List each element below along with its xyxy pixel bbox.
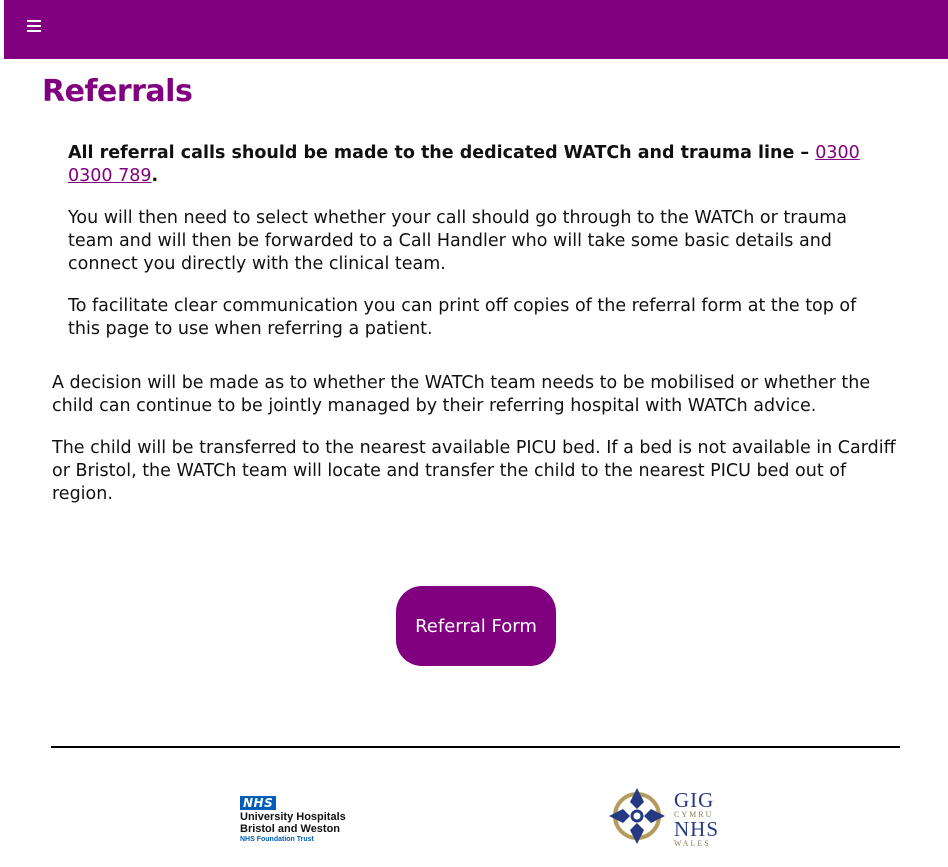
- uhbw-name-line2: Bristol and Weston: [240, 823, 341, 835]
- referral-instructions: All referral calls should be made to the…: [68, 142, 868, 360]
- wales-gig-text: GIG: [674, 788, 715, 812]
- decision-paragraph: A decision will be made as to whether th…: [52, 373, 871, 416]
- transfer-paragraph: The child will be transferred to the nea…: [52, 438, 896, 504]
- uhbw-name-line1: University Hospitals: [240, 811, 346, 823]
- referral-lead-paragraph: All referral calls should be made to the…: [68, 142, 868, 188]
- celtic-knot-icon: [609, 788, 665, 844]
- referral-lead-end: .: [151, 166, 159, 186]
- wales-nhs-text: NHS: [674, 817, 720, 841]
- footer-divider: [51, 746, 900, 748]
- print-form-paragraph: To facilitate clear communication you ca…: [68, 296, 857, 339]
- referral-lead-text: All referral calls should be made to the…: [68, 143, 816, 163]
- uhbw-trust-line: NHS Foundation Trust: [240, 836, 314, 843]
- referral-form-button[interactable]: Referral Form: [396, 586, 556, 666]
- page-title: Referrals: [42, 74, 193, 109]
- nhs-wales-logo: GIG CYMRU NHS WALES: [604, 782, 724, 850]
- referral-process-text: A decision will be made as to whether th…: [52, 372, 902, 525]
- call-routing-paragraph: You will then need to select whether you…: [68, 208, 847, 274]
- nhs-wales-wordmark: GIG CYMRU NHS WALES: [674, 788, 724, 849]
- page-frame: Referrals All referral calls should be m…: [4, 0, 948, 867]
- uhbw-nhs-badge: NHS: [240, 796, 277, 810]
- hamburger-menu-icon[interactable]: [27, 20, 41, 34]
- top-navigation-bar: [4, 0, 948, 59]
- uhbw-logo: NHS University Hospitals Bristol and Wes…: [240, 792, 360, 844]
